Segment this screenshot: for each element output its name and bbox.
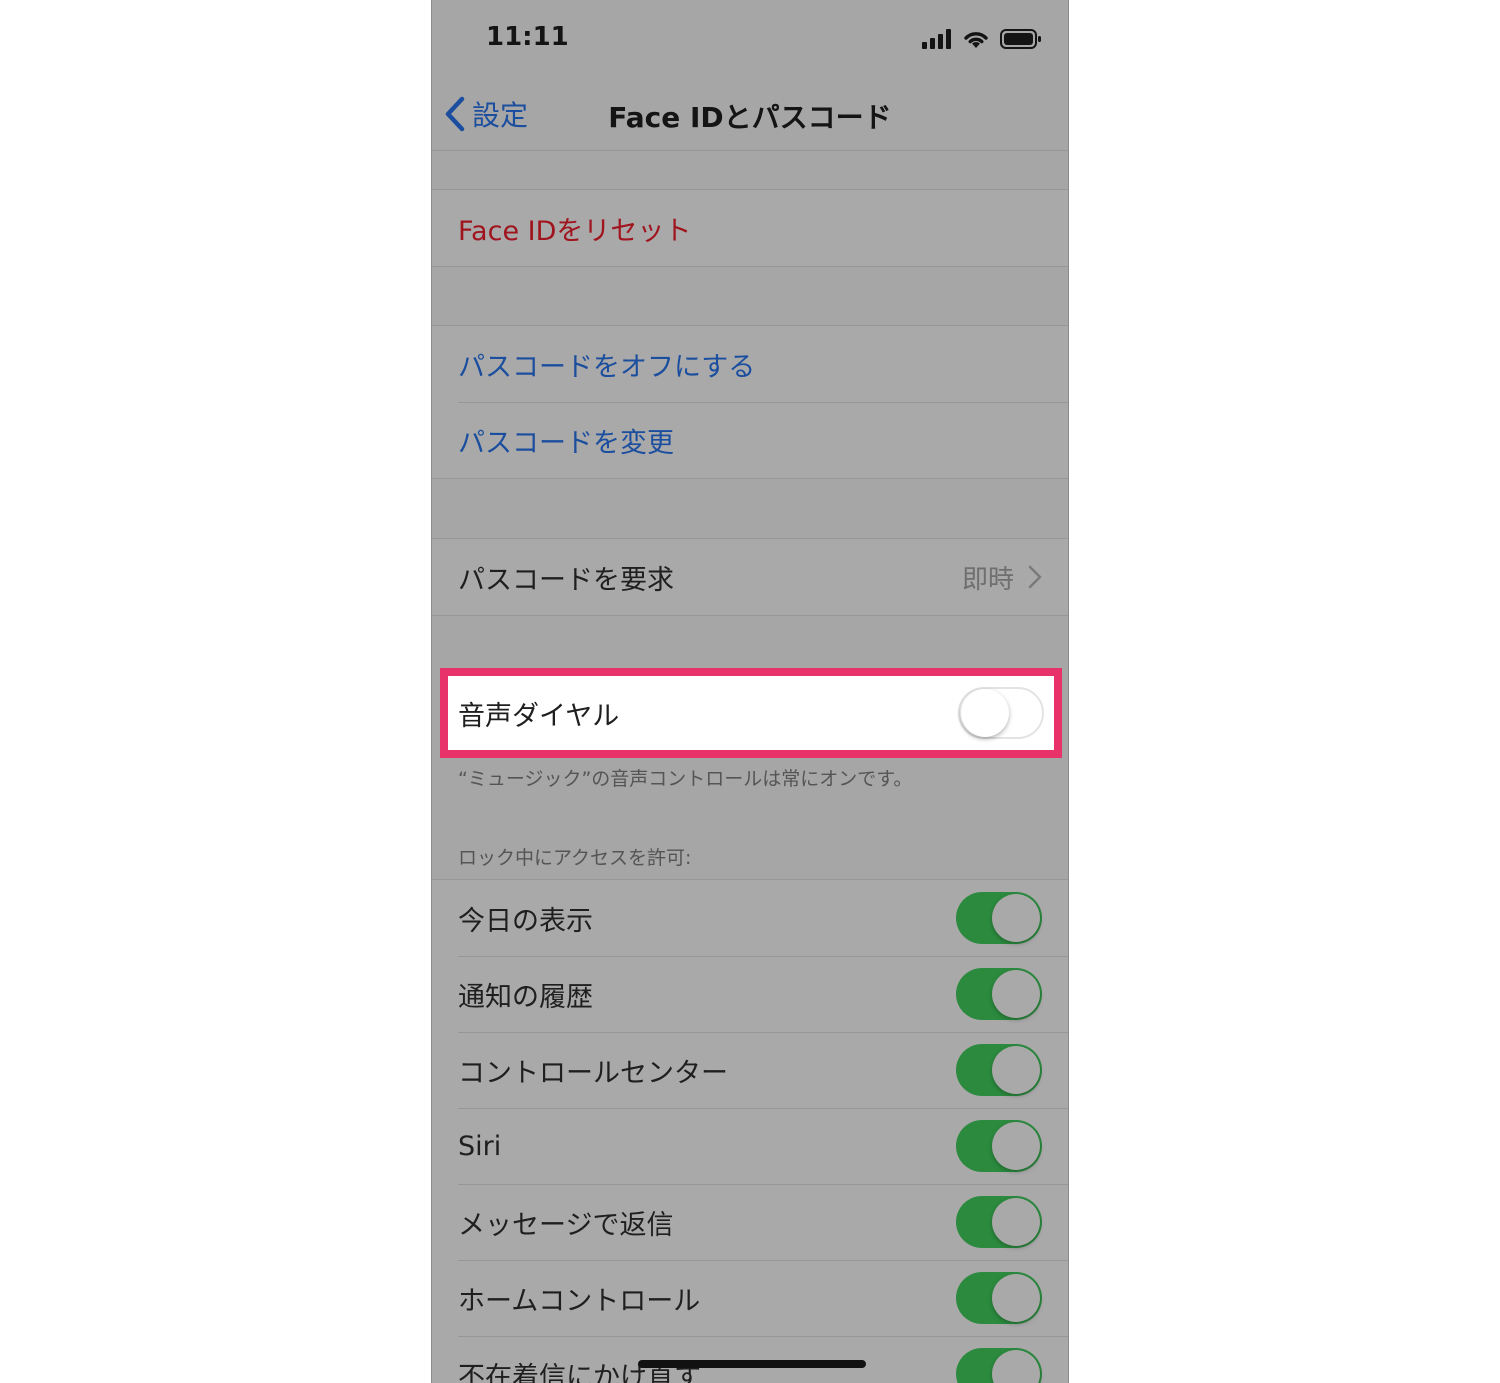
- siri-toggle[interactable]: [956, 1120, 1042, 1172]
- turn-off-passcode-label: パスコードをオフにする: [458, 351, 756, 383]
- status-icons: [922, 28, 1042, 50]
- passcode-section: パスコードをオフにする パスコードを変更: [432, 325, 1068, 479]
- today-view-toggle[interactable]: [956, 892, 1042, 944]
- home-control-toggle[interactable]: [956, 1272, 1042, 1324]
- toggle-knob: [961, 689, 1009, 737]
- require-passcode-section: パスコードを要求 即時: [432, 538, 1068, 616]
- item-label-today-view: 今日の表示: [458, 905, 593, 937]
- status-bar: 11:11: [432, 0, 1068, 80]
- require-passcode-value: 即時: [961, 564, 1014, 595]
- item-label-home-control: ホームコントロール: [458, 1285, 701, 1317]
- toggle-knob: [992, 1046, 1040, 1094]
- voice-dial-row: 音声ダイヤル: [448, 676, 1054, 750]
- turn-off-passcode-row[interactable]: パスコードをオフにする: [432, 326, 1068, 402]
- voice-dial-toggle[interactable]: [958, 687, 1044, 739]
- require-passcode-row[interactable]: パスコードを要求 即時: [432, 539, 1068, 615]
- face-id-section: Face IDをリセット: [432, 189, 1068, 267]
- toggle-knob: [992, 1350, 1040, 1383]
- toggle-knob: [992, 1274, 1040, 1322]
- locked-access-item: 今日の表示: [432, 880, 1068, 956]
- item-label-siri: Siri: [458, 1130, 502, 1162]
- require-passcode-label: パスコードを要求: [458, 564, 674, 596]
- item-label-reply-with-message: メッセージで返信: [458, 1209, 674, 1241]
- toggle-knob: [992, 1122, 1040, 1170]
- wifi-icon: [964, 32, 988, 48]
- reset-face-id-label: Face IDをリセット: [458, 215, 692, 247]
- reply-with-message-toggle[interactable]: [956, 1196, 1042, 1248]
- phone-screen: 11:11 設定 Face IDとパスコード Face IDをリセット パスコー…: [431, 0, 1069, 1383]
- toggle-knob: [992, 1198, 1040, 1246]
- change-passcode-label: パスコードを変更: [458, 427, 674, 459]
- item-label-control-center: コントロールセンター: [458, 1057, 728, 1089]
- toggle-knob: [992, 894, 1040, 942]
- status-time: 11:11: [486, 22, 569, 52]
- locked-access-item: メッセージで返信: [432, 1184, 1068, 1260]
- toggle-knob: [992, 970, 1040, 1018]
- item-label-notification-history: 通知の履歴: [458, 981, 593, 1013]
- locked-access-section: 今日の表示 通知の履歴 コントロールセンター Siri メッセージで返信 ホーム…: [432, 879, 1068, 1383]
- locked-access-item: Siri: [432, 1108, 1068, 1184]
- reset-face-id-row[interactable]: Face IDをリセット: [432, 190, 1068, 266]
- item-label-return-missed-calls: 不在着信にかけ直す: [458, 1361, 701, 1383]
- return-missed-calls-toggle[interactable]: [956, 1348, 1042, 1383]
- locked-access-header: ロック中にアクセスを許可:: [458, 847, 692, 869]
- battery-icon: [1000, 29, 1041, 49]
- chevron-right-icon: [1028, 565, 1042, 589]
- cellular-signal-icon: [922, 29, 951, 49]
- notification-history-toggle[interactable]: [956, 968, 1042, 1020]
- navigation-bar: 設定 Face IDとパスコード: [432, 80, 1068, 151]
- locked-access-item: ホームコントロール: [432, 1260, 1068, 1336]
- voice-dial-highlight: 音声ダイヤル: [440, 668, 1062, 758]
- change-passcode-row[interactable]: パスコードを変更: [432, 402, 1068, 478]
- locked-access-item: 通知の履歴: [432, 956, 1068, 1032]
- home-indicator[interactable]: [638, 1360, 866, 1368]
- voice-dial-label: 音声ダイヤル: [458, 700, 620, 732]
- voice-dial-footnote: “ミュージック”の音声コントロールは常にオンです。: [458, 768, 913, 790]
- locked-access-item: コントロールセンター: [432, 1032, 1068, 1108]
- page-title: Face IDとパスコード: [608, 101, 892, 134]
- control-center-toggle[interactable]: [956, 1044, 1042, 1096]
